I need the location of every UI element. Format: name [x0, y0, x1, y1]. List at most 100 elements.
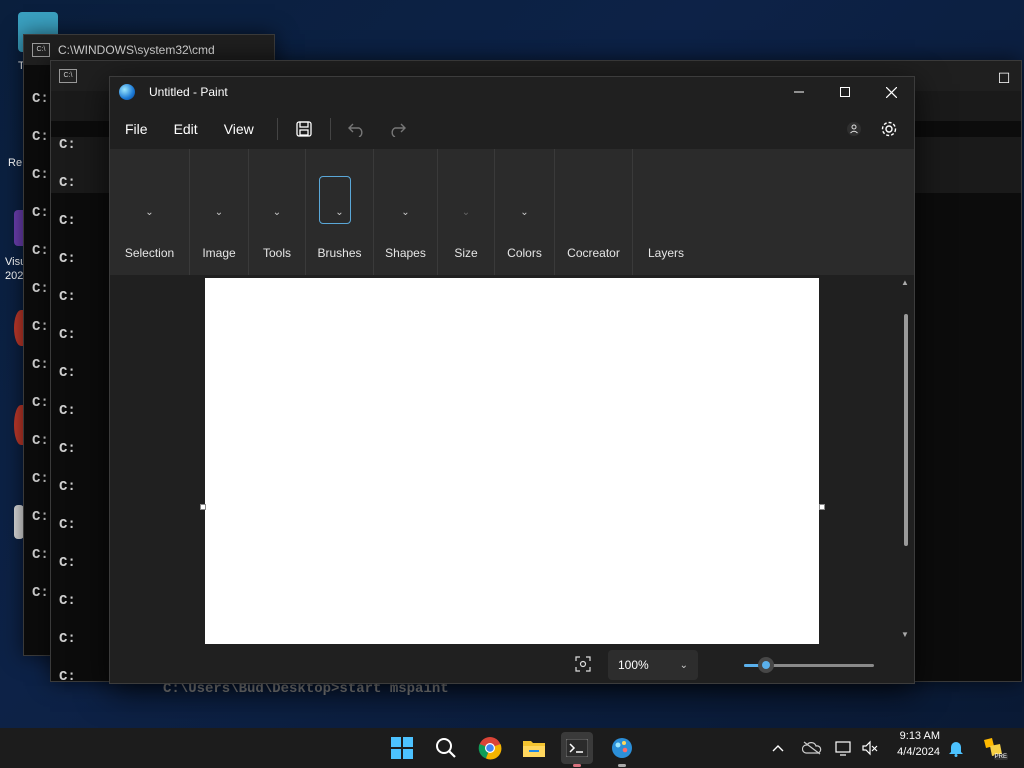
- chevron-down-icon: ⌄: [679, 659, 688, 671]
- cmd-prompt-line: C:: [32, 243, 49, 259]
- cmd-prompt-line: C:: [59, 327, 76, 343]
- cmd-title-text: C:\WINDOWS\system32\cmd: [58, 43, 215, 57]
- ribbon-group-layers[interactable]: Layers: [633, 149, 699, 275]
- cmd-prompt-line: C:: [32, 129, 49, 145]
- save-icon: [296, 121, 312, 137]
- ribbon-label-tools: Tools: [262, 246, 291, 260]
- maximize-button[interactable]: [822, 77, 868, 107]
- ribbon-group-colors[interactable]: ⌄ Colors: [495, 149, 555, 275]
- account-icon: [847, 122, 861, 136]
- chevron-down-icon: ⌄: [335, 207, 344, 218]
- search-button[interactable]: [430, 732, 462, 764]
- ribbon-group-cocreator[interactable]: Cocreator: [555, 149, 633, 275]
- maximize-icon: [840, 87, 850, 97]
- desktop-icon-label-2: Re: [8, 157, 23, 169]
- cmd-prompt-line: C:: [59, 289, 76, 305]
- bell-icon: [949, 742, 963, 757]
- windows-start-icon: [391, 737, 413, 759]
- file-explorer-button[interactable]: [518, 732, 550, 764]
- chevron-down-icon: ⌄: [461, 207, 471, 218]
- vertical-scrollbar-thumb[interactable]: [904, 314, 908, 546]
- ribbon-group-size[interactable]: ⌄ Size: [438, 149, 495, 275]
- close-icon: [885, 86, 897, 98]
- network-icon: [835, 741, 851, 756]
- ribbon-group-selection[interactable]: ⌄ Selection: [110, 149, 190, 275]
- menu-file[interactable]: File: [112, 113, 161, 145]
- ribbon-label-shapes: Shapes: [385, 246, 426, 260]
- windows-start-button[interactable]: [386, 732, 418, 764]
- drawing-canvas[interactable]: [205, 278, 819, 644]
- redo-icon: [391, 123, 406, 137]
- chrome-icon: [478, 737, 502, 760]
- notifications-button[interactable]: [942, 732, 970, 764]
- chrome-button[interactable]: [474, 732, 506, 764]
- menu-edit[interactable]: Edit: [161, 113, 211, 145]
- cmd-prompt-line: C:: [32, 205, 49, 221]
- menu-view[interactable]: View: [211, 113, 267, 145]
- ribbon-label-colors: Colors: [507, 246, 542, 260]
- ribbon-label-layers: Layers: [647, 246, 685, 260]
- cmd-maximize-button[interactable]: ☐: [981, 63, 1024, 93]
- ribbon-group-brushes[interactable]: ⌄ Brushes: [306, 149, 374, 275]
- ribbon: ⌄ Selection ⌄ Image ⌄ Tools ⌄ Brushes ⌄ …: [110, 149, 914, 275]
- preview-badge: PRE: [993, 754, 1008, 760]
- paint-titlebar[interactable]: Untitled - Paint: [110, 77, 914, 107]
- volume-button[interactable]: [856, 732, 884, 764]
- settings-button[interactable]: [873, 113, 905, 145]
- scroll-up-arrow[interactable]: ▲: [901, 278, 909, 287]
- terminal-icon: [566, 739, 588, 757]
- cmd-prompt-line: C:: [32, 395, 49, 411]
- cmd-prompt-line: C:: [59, 479, 76, 495]
- ribbon-label-image: Image: [202, 246, 236, 260]
- ribbon-label-selection: Selection: [124, 246, 175, 260]
- terminal-button[interactable]: [561, 732, 593, 764]
- ribbon-group-tools[interactable]: ⌄ Tools: [249, 149, 306, 275]
- canvas-resize-handle-left[interactable]: [200, 504, 206, 510]
- menu-divider: [329, 118, 331, 140]
- account-button[interactable]: [838, 113, 870, 145]
- fit-screen-icon: [575, 656, 591, 672]
- undo-button[interactable]: [341, 113, 373, 145]
- cmd-prompt-line: C:: [59, 251, 76, 267]
- cmd-prompt-line: C:: [59, 631, 76, 647]
- cmd-app-icon: C:\: [32, 43, 50, 57]
- paint-window: Untitled - Paint File Edit View ⌄ Select…: [109, 76, 915, 684]
- minimize-button[interactable]: [776, 77, 822, 107]
- paint-taskbar-button[interactable]: [606, 732, 638, 764]
- close-button[interactable]: [868, 77, 914, 107]
- cmd-prompt-line: C:: [32, 357, 49, 373]
- zoom-dropdown[interactable]: 100% ⌄: [608, 650, 698, 680]
- redo-button[interactable]: [381, 113, 413, 145]
- network-button[interactable]: [830, 732, 858, 764]
- zoom-value: 100%: [618, 658, 649, 672]
- cmd-prompt-line: C:: [59, 213, 76, 229]
- paint-app-icon: [119, 84, 135, 100]
- gear-icon: [881, 121, 897, 137]
- zoom-slider-thumb[interactable]: [758, 657, 775, 673]
- clock-date[interactable]: 4/4/2024: [882, 746, 940, 758]
- clock-time[interactable]: 9:13 AM: [882, 730, 940, 742]
- ribbon-group-shapes[interactable]: ⌄ Shapes: [374, 149, 438, 275]
- cmd-prompt-line: C:: [59, 593, 76, 609]
- desktop-icon-label-4: 202: [5, 270, 24, 282]
- save-button[interactable]: [288, 113, 320, 145]
- scroll-down-arrow[interactable]: ▼: [901, 630, 909, 639]
- ribbon-group-image[interactable]: ⌄ Image: [190, 149, 249, 275]
- minimize-icon: [794, 91, 804, 93]
- cmd-prompt-line: C:: [59, 441, 76, 457]
- cmd-prompt-line: C:: [32, 471, 49, 487]
- terminal-active-indicator: [573, 764, 581, 767]
- fit-to-window-button[interactable]: [575, 656, 593, 674]
- copilot-button[interactable]: PRE: [976, 732, 1010, 764]
- cmd-prompt-line: C:: [59, 555, 76, 571]
- window-title: Untitled - Paint: [149, 85, 228, 99]
- chevron-up-icon: [772, 745, 784, 752]
- chevron-down-icon: ⌄: [272, 207, 282, 218]
- show-hidden-icons-button[interactable]: [764, 732, 792, 764]
- canvas-resize-handle-right[interactable]: [819, 504, 825, 510]
- cmd-prompt-line: C:: [59, 403, 76, 419]
- ribbon-label-size: Size: [454, 246, 478, 260]
- taskbar: 9:13 AM 4/4/2024 PRE: [0, 728, 1024, 768]
- canvas-area: ▲ ▼: [110, 276, 914, 646]
- onedrive-button[interactable]: [798, 732, 826, 764]
